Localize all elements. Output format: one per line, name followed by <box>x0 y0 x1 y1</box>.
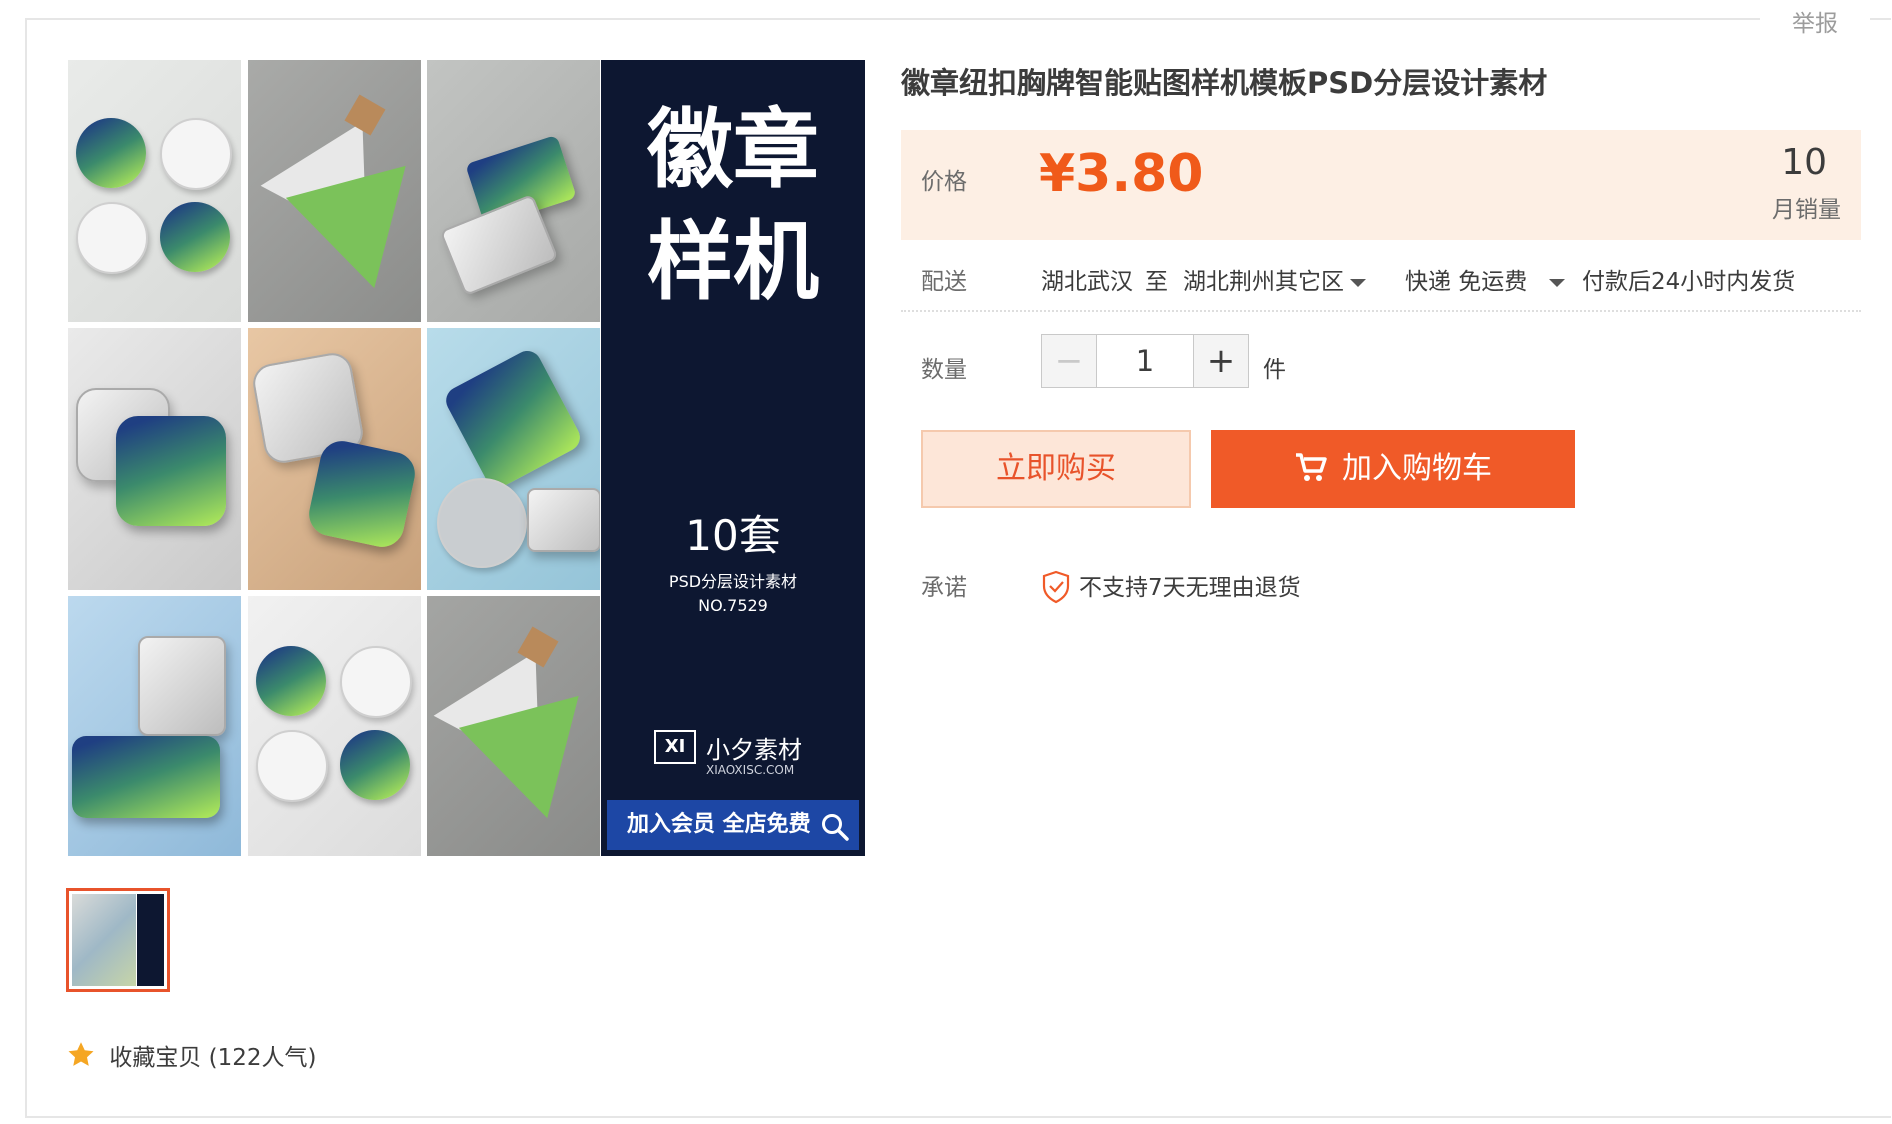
shipping-method: 快递 免运费 <box>1405 269 1528 295</box>
quantity-label: 数量 <box>921 357 967 383</box>
mockup-tile-rounded-blue <box>427 328 600 590</box>
report-link[interactable]: 举报 <box>1760 4 1870 38</box>
quantity-increase-button[interactable]: + <box>1193 334 1249 388</box>
brand-logo: XI <box>654 730 696 764</box>
poster-title-line1: 徽章 <box>647 100 819 200</box>
shipping-from: 湖北武汉 <box>1041 269 1133 295</box>
main-product-image[interactable]: 徽章 样机 10套 PSD分层设计素材 NO.7529 XI 小夕素材 XIAO… <box>68 60 865 856</box>
thumbnail-1[interactable] <box>66 888 170 992</box>
chevron-down-icon <box>1549 278 1566 287</box>
cart-icon <box>1296 452 1327 481</box>
quantity-decrease-button[interactable]: − <box>1041 334 1097 388</box>
monthly-sales-value: 10 <box>1781 142 1827 183</box>
mockup-tile-round-badges <box>68 60 241 322</box>
shipping-label: 配送 <box>921 269 967 295</box>
quantity-stepper: − 1 + <box>1041 334 1249 388</box>
poster-title-line2: 样机 <box>647 212 819 312</box>
mockup-tile-wide <box>68 596 241 856</box>
product-title: 徽章纽扣胸牌智能贴图样机模板PSD分层设计素材 <box>901 66 1548 100</box>
brand-name: 小夕素材 <box>706 736 802 764</box>
add-to-cart-button[interactable]: 加入购物车 <box>1211 430 1575 508</box>
shipping-to-word: 至 <box>1145 269 1168 295</box>
promise-item: 不支持7天无理由退货 <box>1041 568 1301 604</box>
favorite-popularity: (122人气) <box>208 1045 317 1071</box>
price-box: 价格 ¥3.80 10 月销量 <box>901 130 1861 240</box>
poster-code: NO.7529 <box>698 596 768 615</box>
dispatch-time: 付款后24小时内发货 <box>1582 269 1796 295</box>
mockup-tile-triangle-2 <box>427 596 600 856</box>
price-value: ¥3.80 <box>1039 144 1204 204</box>
promise-label: 承诺 <box>921 575 967 601</box>
buy-now-button[interactable]: 立即购买 <box>921 430 1191 508</box>
chevron-down-icon <box>1350 278 1366 287</box>
quantity-input[interactable]: 1 <box>1097 334 1193 388</box>
monthly-sales-label: 月销量 <box>1772 197 1841 223</box>
poster-subtitle: PSD分层设计素材 <box>668 572 798 591</box>
mockup-tile-square-peach <box>248 328 421 590</box>
promise-text: 不支持7天无理由退货 <box>1079 575 1301 601</box>
mockup-tile-round-badges-2 <box>248 596 421 856</box>
favorite-button[interactable]: 收藏宝贝 (122人气) <box>66 1038 316 1072</box>
shipping-method-select[interactable]: 快递 免运费 <box>1405 262 1566 296</box>
shield-check-icon <box>1042 570 1070 603</box>
poster-panel: 徽章 样机 10套 PSD分层设计素材 NO.7529 XI 小夕素材 XIAO… <box>601 60 865 856</box>
mockup-tile-square <box>68 328 241 590</box>
shipping-destination-select[interactable]: 湖北荆州其它区 <box>1183 262 1366 296</box>
zoom-icon[interactable] <box>820 812 850 842</box>
add-to-cart-label: 加入购物车 <box>1342 451 1492 486</box>
mockup-tile-rectangle <box>427 60 600 322</box>
price-label: 价格 <box>921 169 967 195</box>
quantity-unit: 件 <box>1263 357 1286 383</box>
mockup-tile-triangle <box>248 60 421 322</box>
divider <box>901 310 1861 312</box>
favorite-label: 收藏宝贝 <box>109 1045 202 1071</box>
shipping-destination: 湖北荆州其它区 <box>1183 269 1344 295</box>
poster-count: 10套 <box>685 511 781 560</box>
brand-url: XIAOXISC.COM <box>706 763 795 777</box>
star-icon <box>68 1042 94 1066</box>
